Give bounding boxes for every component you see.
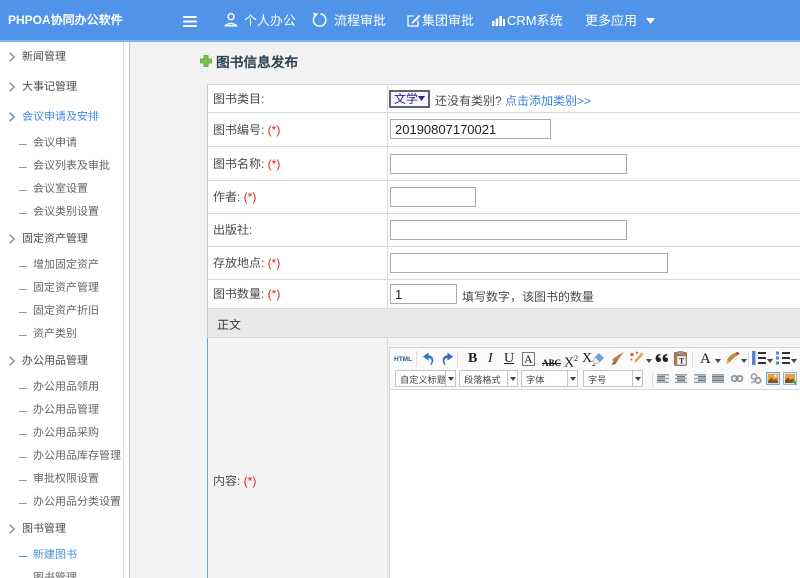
- svg-text:T: T: [679, 357, 685, 366]
